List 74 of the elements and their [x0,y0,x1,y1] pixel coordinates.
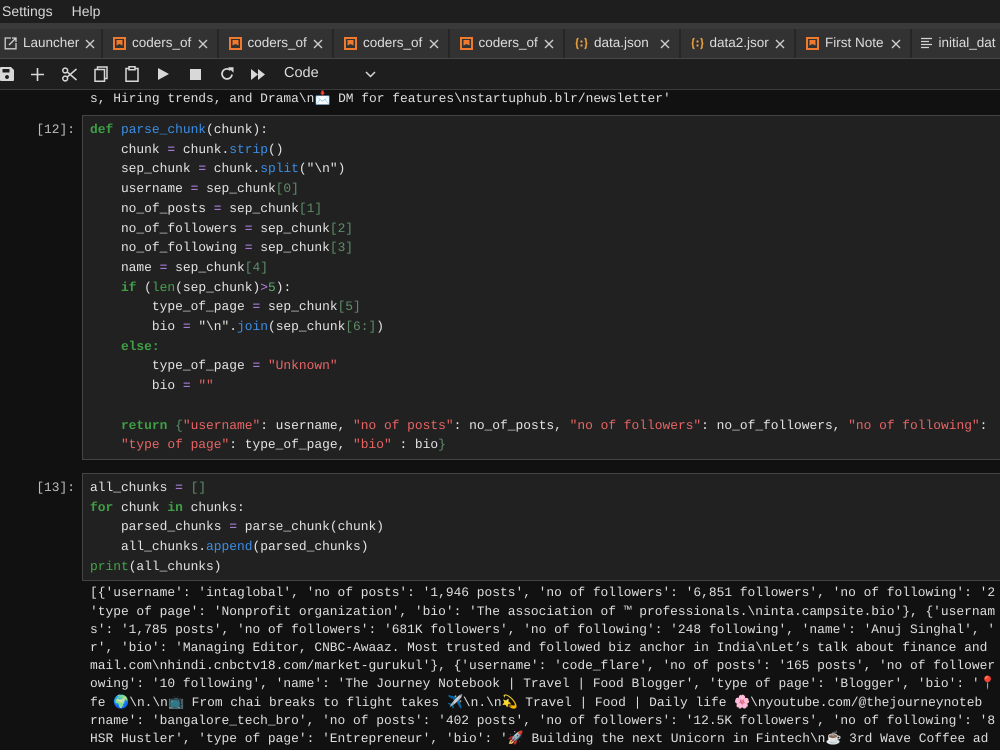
close-icon[interactable] [313,38,323,48]
cell-prompt: [13]: [35,478,76,497]
close-icon[interactable] [85,38,96,48]
code-line: chunk = chunk.strip() [120,140,284,159]
braces-icon [575,37,588,50]
code-editor[interactable] [82,115,1000,460]
stop-icon[interactable] [190,68,201,80]
tab[interactable]: coders_of [218,29,334,58]
close-icon[interactable] [890,38,900,48]
output-line: owing': '10 following', 'name': 'The Journey Notebook | Travel | Food Blogger', 'type of page': 'Blogger', 'bio': '📍 [90,675,997,694]
square-arrow-icon [4,37,17,50]
tab[interactable]: coders_of [334,29,450,58]
code-line: no_of_followers = sep_chunk[2] [120,220,354,238]
cell-type-dropdown[interactable]: Code [284,63,382,85]
tab[interactable]: data.json [565,29,680,58]
code-line: if (len(sep_chunk)>5): [120,278,292,297]
output-line: mail.com\nhindi.cnbctv18.com/market-gurukul'}, {'username': 'code_flare', 'no of posts': '165 posts', 'no of follower [90,657,996,676]
close-icon[interactable] [775,38,785,48]
cell-prompt: [12]: [35,121,76,139]
menu-item[interactable]: Settings [1,0,62,23]
chevron-down-icon[interactable] [365,70,376,78]
plus-icon[interactable] [31,68,44,80]
code-line: return {"username": username, "no of posts": no_of_posts, "no of followers": no_of_followers, "no of following": [120,416,988,435]
code-line: no_of_posts = sep_chunk[1] [120,200,324,218]
save-icon[interactable] [0,67,14,81]
restart-icon[interactable] [220,67,234,81]
tab[interactable]: data2.jsor [680,29,796,58]
scissors-icon[interactable] [62,66,77,82]
output-line: r', 'bio': 'Managing Editor, CNBC-Awaaz. Most trusted and followed biz anchor in India\nLet’s talk about finance and [90,639,988,658]
code-line: username = sep_chunk[0] [120,180,300,198]
copy-icon[interactable] [94,66,108,82]
code-editor[interactable]: all_chunks = [] for chunk in chunks: parsed_chunks = parse_chunk(chunk) all_chunks.append(parsed_chunks) print(all_chunks) [82,472,1000,582]
code-line: all_chunks = [] [90,478,208,497]
code-line: all_chunks.append(parsed_chunks) [120,538,370,556]
output-line: s': '1,785 posts', 'no of followers': '681K followers', 'no of following': '248 following', 'name': 'Anuj Singhal', ' [90,620,996,639]
code-line: def parse_chunk(chunk): [90,121,269,139]
code-line: name = sep_chunk[4] [120,258,269,277]
notebook-icon [228,37,242,50]
notebook-icon [806,37,819,50]
code-line: for chunk in chunks: [90,498,246,517]
code-line: print(all_chunks) [90,558,223,576]
notebook-icon [113,37,126,50]
code-line: parsed_chunks = parse_chunk(chunk) [120,518,385,536]
tab[interactable]: coders_of [103,29,218,58]
menu-item[interactable]: Help [70,0,110,23]
close-icon[interactable] [660,38,670,48]
tab[interactable]: coders_of [450,29,565,58]
code-line: "type of page": type_of_page, "bio" : bio} [120,436,447,454]
output-line: rname': 'bangalore_tech_bro', 'no of posts': '402 posts', 'no of followers': '12.5K followers', 'no of following': '8 [90,712,996,730]
code-line: else: [120,338,161,356]
code-line: type_of_page = "Unknown" [150,357,339,376]
notebook-icon [344,37,357,50]
notebook-icon [460,37,472,50]
fast-forward-icon[interactable] [251,68,266,80]
close-icon[interactable] [544,38,554,48]
close-icon[interactable] [198,38,208,48]
code-line: type_of_page = sep_chunk[5] [150,298,362,316]
tab[interactable]: First Note [796,29,912,58]
output-line: 'type of page': 'Nonprofit organization', 'bio': 'The association of ™ professionals.\ninta.campsite.bio'}, {'usernam [90,602,996,621]
code-line: bio = "\n".join(sep_chunk[6:]) [150,318,386,336]
output-line: HSR Hustler', 'type of page': 'Entrepreneur', 'bio': '🚀 Building the next Unicorn in Fintech\n☕ 3rd Wave Coffee ad [90,730,990,748]
braces-icon [690,37,704,50]
output-line: [{'username': 'intaglobal', 'no of posts': '1,946 posts', 'no of followers': '6,851 followers', 'no of following': '2 [90,584,996,602]
output-line: fe 🌍\n.\n📺 From chai breaks to flight takes ✈\n.\n💫 Travel | Food | Daily life 🌸\nyoutube.com/@thejourneynoteb [90,694,984,712]
text-lines-icon [920,37,932,50]
code-line: sep_chunk = chunk.split("\n") [120,160,346,178]
code-line: bio = "" [150,377,215,396]
close-icon[interactable] [428,38,438,48]
tab[interactable]: Launcher [0,29,103,58]
output-line: s, Hiring trends, and Drama\n📩 DM for features\nstartuphub.blr/newsletter' [90,90,672,107]
clipboard-icon[interactable] [125,66,140,82]
code-line: no_of_following = sep_chunk[3] [120,239,354,258]
tab[interactable]: initial_dat [912,29,1000,58]
play-icon[interactable] [158,68,170,80]
